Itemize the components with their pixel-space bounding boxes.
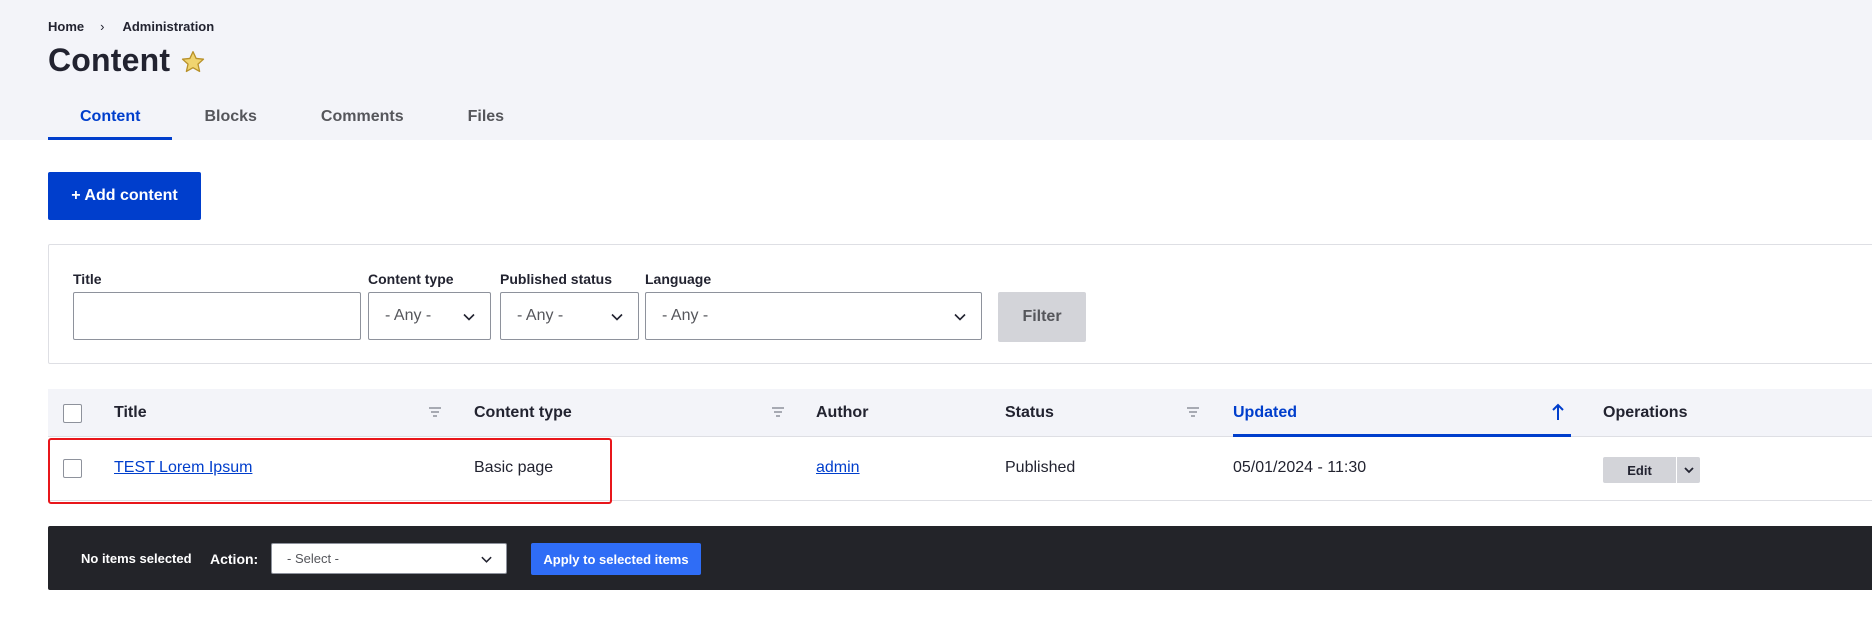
select-all-checkbox[interactable] (63, 404, 82, 423)
sort-icon[interactable] (771, 406, 785, 418)
page-title-row: Content (48, 42, 206, 79)
edit-button[interactable]: Edit (1603, 457, 1676, 483)
primary-tabs: Content Blocks Comments Files (48, 98, 536, 140)
chevron-down-icon (954, 313, 966, 321)
row-operations: Edit (1603, 457, 1700, 483)
action-select[interactable]: - Select - (271, 543, 507, 574)
column-author: Author (816, 404, 869, 421)
bulk-actions-bar: No items selected Action: - Select - App… (48, 526, 1872, 590)
published-status-filter-label: Published status (500, 271, 613, 287)
filter-form: Title Content type - Any - Published sta… (48, 244, 1872, 364)
row-updated: 05/01/2024 - 11:30 (1233, 459, 1367, 476)
chevron-down-icon (463, 313, 475, 321)
title-filter-label: Title (73, 271, 102, 287)
column-status[interactable]: Status (1005, 404, 1054, 422)
column-content-type[interactable]: Content type (474, 404, 572, 422)
content-type-select-value: - Any - (385, 307, 432, 324)
chevron-down-icon (481, 556, 492, 563)
column-operations: Operations (1603, 404, 1688, 421)
row-author-link[interactable]: admin (816, 459, 860, 477)
sort-icon[interactable] (1186, 406, 1200, 418)
breadcrumb-administration[interactable]: Administration (122, 19, 214, 34)
language-select-value: - Any - (662, 307, 709, 324)
action-select-value: - Select - (287, 551, 340, 566)
breadcrumb-home[interactable]: Home (48, 19, 84, 34)
page-header: Home › Administration Content Content Bl… (0, 0, 1872, 140)
row-status: Published (1005, 459, 1076, 476)
arrow-up-icon[interactable] (1551, 403, 1565, 421)
operations-dropdown-toggle[interactable] (1676, 457, 1700, 483)
tab-files[interactable]: Files (436, 98, 536, 140)
row-select-checkbox[interactable] (63, 459, 82, 478)
table-row: TEST Lorem Ipsum Basic page admin Publis… (48, 437, 1872, 501)
language-filter-label: Language (645, 271, 712, 287)
column-updated[interactable]: Updated (1233, 404, 1297, 422)
column-title[interactable]: Title (114, 404, 147, 422)
content-type-filter-label: Content type (368, 271, 454, 287)
chevron-down-icon (1683, 467, 1694, 474)
content-type-select[interactable]: - Any - (368, 292, 491, 340)
page-title: Content (48, 42, 171, 78)
title-filter-input[interactable] (73, 292, 361, 340)
apply-to-selected-button[interactable]: Apply to selected items (531, 543, 701, 575)
sort-icon[interactable] (428, 406, 442, 418)
action-label: Action: (210, 551, 259, 567)
row-content-type: Basic page (474, 459, 554, 476)
breadcrumb-separator: › (100, 19, 105, 34)
published-status-select-value: - Any - (517, 307, 564, 324)
add-content-button[interactable]: + Add content (48, 172, 201, 220)
tab-content[interactable]: Content (48, 98, 173, 140)
selection-status: No items selected (81, 551, 192, 566)
filter-button[interactable]: Filter (998, 292, 1086, 342)
table-header: Title Content type Author Status Updated… (48, 389, 1872, 437)
tab-blocks[interactable]: Blocks (172, 98, 288, 140)
tab-comments[interactable]: Comments (289, 98, 436, 140)
row-title-link[interactable]: TEST Lorem Ipsum (114, 459, 252, 477)
star-icon[interactable] (180, 49, 206, 75)
breadcrumb: Home › Administration (48, 19, 214, 34)
chevron-down-icon (611, 313, 623, 321)
language-select[interactable]: - Any - (645, 292, 982, 340)
published-status-select[interactable]: - Any - (500, 292, 639, 340)
